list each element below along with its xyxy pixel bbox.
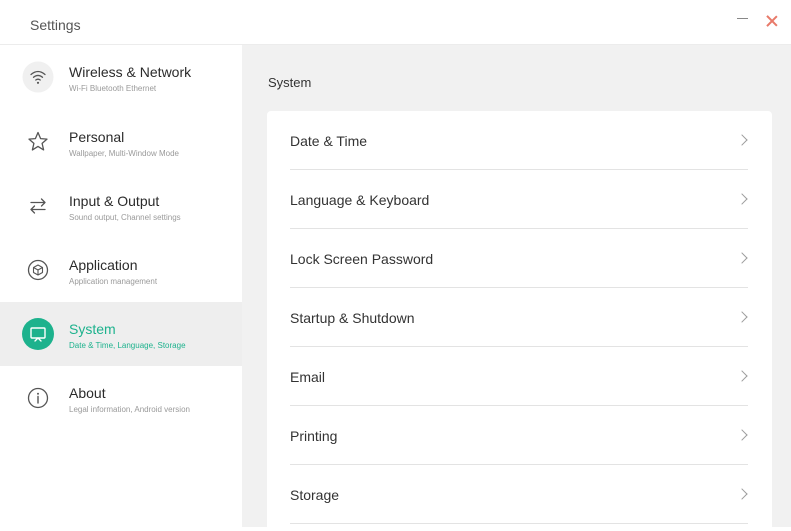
settings-row-lock-screen-password[interactable]: Lock Screen Password [267, 229, 772, 288]
chevron-right-icon [736, 252, 748, 264]
cube-icon [22, 254, 54, 286]
chevron-right-icon [736, 429, 748, 441]
chevron-right-icon [736, 193, 748, 205]
settings-row-email[interactable]: Email [267, 347, 772, 406]
sidebar-item-subtitle: Wallpaper, Multi-Window Mode [69, 149, 179, 158]
sidebar-item-label: About [69, 385, 106, 401]
chevron-right-icon [736, 311, 748, 323]
row-divider [290, 523, 748, 524]
star-icon [22, 126, 54, 158]
settings-row-storage[interactable]: Storage [267, 465, 772, 524]
sidebar-item-label: Personal [69, 129, 125, 145]
sidebar: Wireless & Network Wi-Fi Bluetooth Ether… [0, 45, 242, 527]
sidebar-item-system[interactable]: System Date & Time, Language, Storage [0, 302, 242, 366]
row-label: Storage [290, 487, 340, 503]
row-label: Email [290, 369, 326, 385]
sidebar-item-about[interactable]: About Legal information, Android version [0, 366, 242, 430]
row-label: Language & Keyboard [290, 192, 430, 208]
settings-row-startup-shutdown[interactable]: Startup & Shutdown [267, 288, 772, 347]
sidebar-item-subtitle: Date & Time, Language, Storage [69, 341, 186, 350]
row-label: Lock Screen Password [290, 251, 434, 267]
sidebar-item-input-output[interactable]: Input & Output Sound output, Channel set… [0, 174, 242, 238]
settings-row-language-keyboard[interactable]: Language & Keyboard [267, 170, 772, 229]
chevron-right-icon [736, 488, 748, 500]
chevron-right-icon [736, 134, 748, 146]
swap-arrows-icon [22, 190, 54, 222]
row-label: Printing [290, 428, 338, 444]
sidebar-item-application[interactable]: Application Application management [0, 238, 242, 302]
sidebar-item-label: Input & Output [69, 193, 160, 209]
settings-list: Date & Time Language & Keyboard Lock Scr… [267, 111, 772, 531]
title-bar: Settings [0, 0, 791, 45]
chevron-right-icon [736, 370, 748, 382]
sidebar-item-wireless-network[interactable]: Wireless & Network Wi-Fi Bluetooth Ether… [0, 45, 242, 109]
sidebar-item-subtitle: Application management [69, 277, 158, 286]
row-label: Startup & Shutdown [290, 310, 415, 326]
row-label: Date & Time [290, 133, 368, 149]
main-content: System Date & Time Language & Keyboard L… [242, 45, 791, 531]
sidebar-item-subtitle: Legal information, Android version [69, 405, 190, 414]
settings-row-date-time[interactable]: Date & Time [267, 111, 772, 170]
wifi-icon [22, 61, 54, 93]
app-title: Settings [30, 17, 81, 33]
sidebar-item-label: System [69, 321, 116, 337]
sidebar-item-label: Wireless & Network [69, 64, 192, 80]
close-icon[interactable] [767, 16, 777, 26]
sidebar-item-label: Application [69, 257, 138, 273]
info-icon [22, 382, 54, 414]
minimize-icon[interactable] [737, 18, 748, 19]
monitor-icon [22, 318, 54, 350]
page-title: System [268, 75, 312, 90]
sidebar-item-subtitle: Sound output, Channel settings [69, 213, 181, 222]
settings-row-printing[interactable]: Printing [267, 406, 772, 465]
sidebar-item-subtitle: Wi-Fi Bluetooth Ethernet [69, 84, 157, 93]
sidebar-item-personal[interactable]: Personal Wallpaper, Multi-Window Mode [0, 110, 242, 174]
